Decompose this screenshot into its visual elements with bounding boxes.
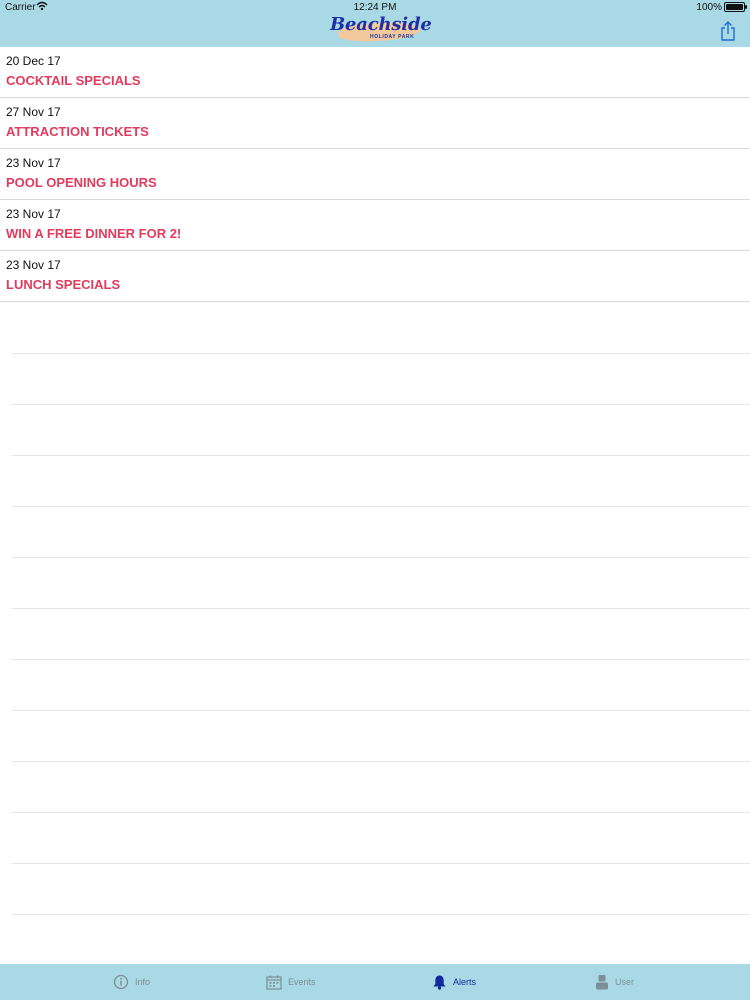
alert-date: 23 Nov 17 [6, 156, 61, 170]
row-separator [12, 711, 750, 762]
battery-icon [724, 2, 747, 12]
tab-label: Info [135, 977, 151, 987]
alert-row[interactable]: 23 Nov 17 POOL OPENING HOURS [0, 149, 750, 200]
tab-info[interactable]: Info [113, 964, 150, 1000]
alerts-list: 20 Dec 17 COCKTAIL SPECIALS 27 Nov 17 AT… [0, 47, 750, 302]
share-button[interactable] [720, 21, 736, 41]
tab-bar: Info Events Alerts User [0, 964, 750, 1000]
row-separator [12, 303, 750, 354]
clock: 12:24 PM [353, 2, 397, 13]
alert-title: ATTRACTION TICKETS [6, 124, 149, 139]
info-icon [113, 974, 129, 990]
battery-percentage: 100% [696, 2, 722, 13]
tab-events[interactable]: Events [266, 964, 316, 1000]
row-separator [12, 813, 750, 864]
alert-title: COCKTAIL SPECIALS [6, 73, 141, 88]
alert-row[interactable]: 23 Nov 17 WIN A FREE DINNER FOR 2! [0, 200, 750, 251]
row-separator [12, 660, 750, 711]
row-separator [12, 762, 750, 813]
row-separator [12, 864, 750, 915]
row-separator [12, 405, 750, 456]
calendar-icon [266, 975, 282, 990]
tab-alerts[interactable]: Alerts [432, 964, 476, 1000]
alert-title: WIN A FREE DINNER FOR 2! [6, 226, 182, 241]
row-separator [12, 354, 750, 405]
app-logo: Beachside HOLIDAY PARK [330, 14, 432, 44]
tab-label: Events [288, 977, 316, 987]
alert-date: 23 Nov 17 [6, 207, 61, 221]
tab-user[interactable]: User [595, 964, 634, 1000]
empty-list-area [0, 303, 750, 915]
alert-date: 20 Dec 17 [6, 54, 61, 68]
alert-title: POOL OPENING HOURS [6, 175, 157, 190]
top-bar: Carrier 12:24 PM 100% Beachside HOLIDAY … [0, 0, 750, 47]
alert-row[interactable]: 20 Dec 17 COCKTAIL SPECIALS [0, 47, 750, 98]
alert-date: 23 Nov 17 [6, 258, 61, 272]
row-separator [12, 507, 750, 558]
alert-title: LUNCH SPECIALS [6, 277, 121, 292]
row-separator [12, 558, 750, 609]
status-bar: Carrier 12:24 PM 100% [0, 0, 750, 14]
tab-label: Alerts [453, 977, 477, 987]
alert-row[interactable]: 23 Nov 17 LUNCH SPECIALS [0, 251, 750, 302]
user-icon [596, 975, 608, 990]
alert-date: 27 Nov 17 [6, 105, 61, 119]
tab-label: User [615, 977, 635, 987]
alert-row[interactable]: 27 Nov 17 ATTRACTION TICKETS [0, 98, 750, 149]
bell-icon [433, 975, 446, 990]
row-separator [12, 456, 750, 507]
share-icon [721, 21, 735, 41]
row-separator [12, 609, 750, 660]
